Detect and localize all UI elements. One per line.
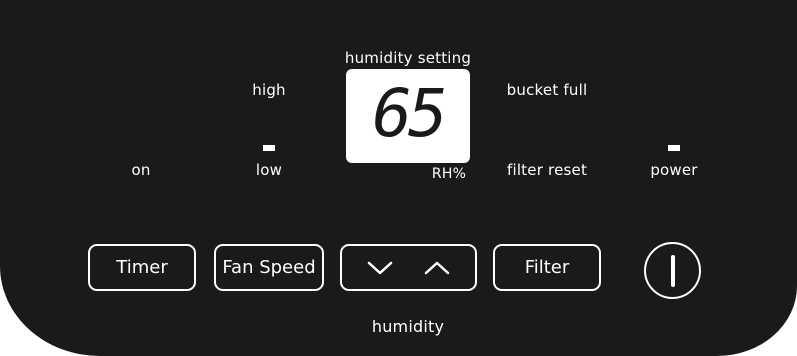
chevron-down-icon [368,261,393,274]
timer-button-label: Timer [116,257,168,278]
timer-button[interactable]: Timer [88,244,196,291]
humidity-display-value: 65 [372,75,447,152]
humidity-down-button[interactable] [367,261,393,275]
on-indicator-label: on [131,161,151,179]
control-panel: on high low humidity setting 65 RH% buck… [0,0,797,356]
low-indicator-led [263,145,275,151]
power-indicator-led [668,145,680,151]
high-indicator-label: high [252,81,286,99]
filter-button[interactable]: Filter [493,244,601,291]
fan-speed-button-label: Fan Speed [222,257,316,278]
low-indicator-label: low [255,161,283,179]
chevron-up-icon [424,261,449,274]
filter-button-label: Filter [524,257,570,278]
humidity-adjust-button-group [340,244,477,291]
bucket-full-indicator-label: bucket full [506,81,588,99]
power-icon [670,254,675,287]
filter-reset-indicator-label: filter reset [506,161,588,179]
humidity-setting-label: humidity setting [344,49,472,67]
rh-percent-label: RH% [431,166,467,182]
humidity-up-button[interactable] [424,261,450,275]
power-indicator-label: power [650,161,698,179]
humidity-group-label: humidity [371,317,445,336]
fan-speed-button[interactable]: Fan Speed [214,244,324,291]
humidity-display: 65 [346,69,470,163]
power-button[interactable] [644,242,701,299]
